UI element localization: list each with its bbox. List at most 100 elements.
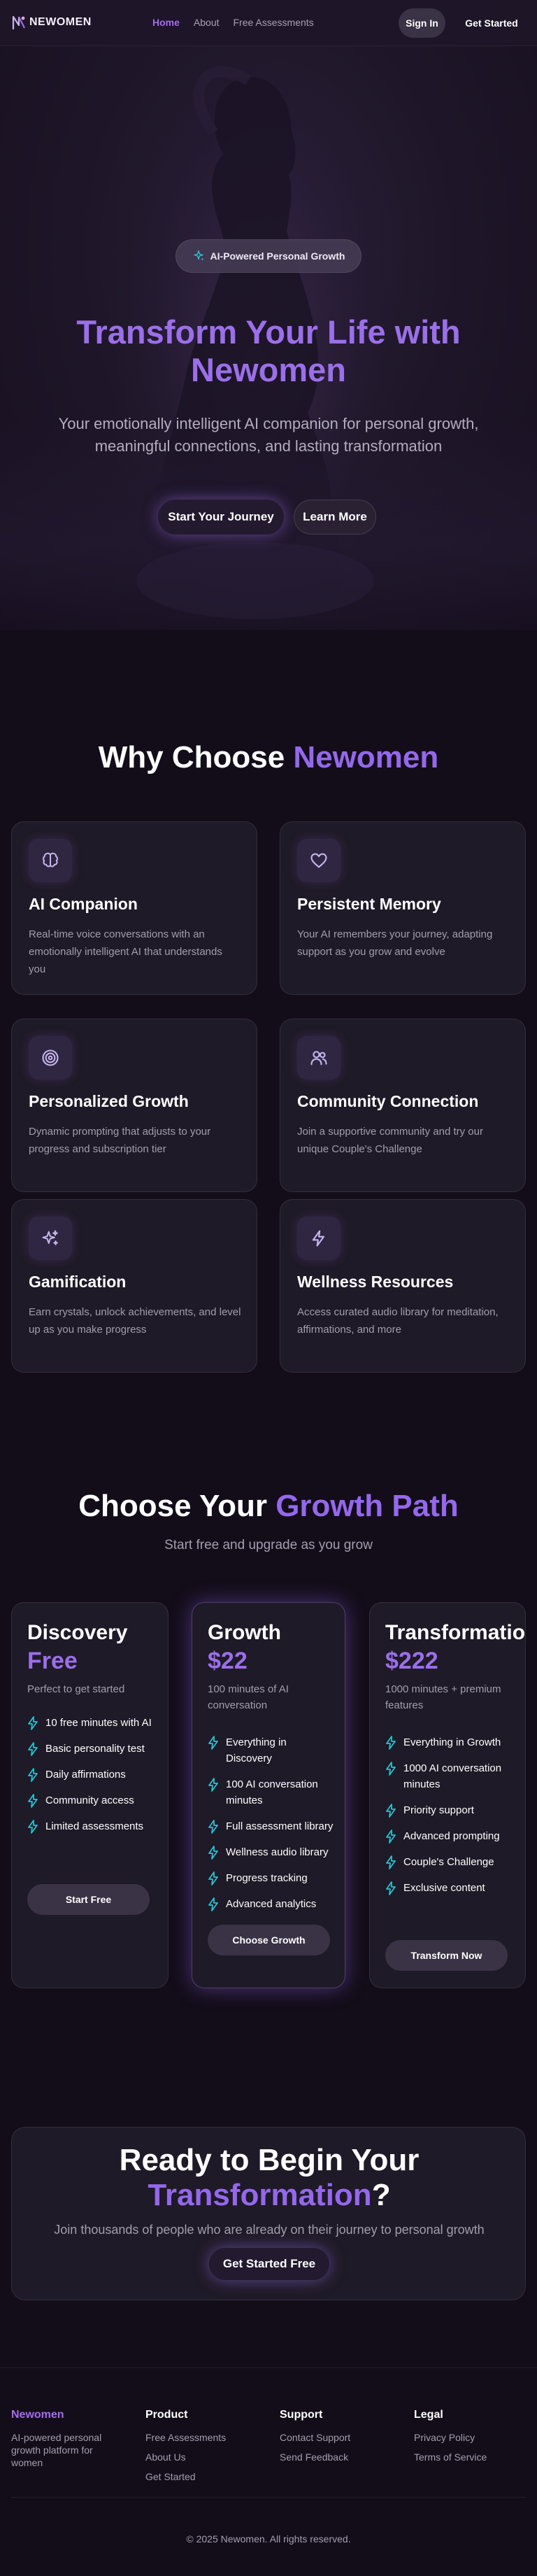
plan-price: $22 — [208, 1648, 248, 1674]
plan-name: Transformation — [385, 1621, 526, 1644]
plan-feature: Basic personality test — [27, 1741, 153, 1757]
plan-feature-list: 10 free minutes with AI Basic personalit… — [27, 1715, 153, 1834]
zap-icon — [386, 1736, 396, 1750]
footer-link-contact-support[interactable]: Contact Support — [280, 2431, 350, 2444]
feature-card-persistent-memory: Persistent Memory Your AI remembers your… — [280, 821, 526, 995]
feature-description: Your AI remembers your journey, adapting… — [297, 928, 493, 958]
choose-growth-button[interactable]: Choose Growth — [208, 1925, 330, 1955]
footer-link-get-started[interactable]: Get Started — [145, 2470, 226, 2483]
sparkles-icon — [193, 250, 204, 261]
feature-card-wellness-resources: Wellness Resources Access curated audio … — [280, 1199, 526, 1373]
cta-title-suffix: ? — [371, 2178, 391, 2212]
zap-icon — [28, 1716, 38, 1730]
sign-in-button[interactable]: Sign In — [399, 8, 445, 38]
plan-card-growth: Growth $22 100 minutes of AI conversatio… — [192, 1602, 345, 1988]
footer-legal-heading: Legal — [414, 2409, 443, 2421]
plan-feature: Exclusive content — [385, 1880, 511, 1896]
features-title-accent: Newomen — [293, 740, 439, 774]
start-free-button[interactable]: Start Free — [27, 1884, 150, 1915]
footer-brand-column: Newomen AI-powered personal growth platf… — [11, 2409, 123, 2476]
pricing-title: Choose Your Growth Path — [0, 1489, 537, 1524]
plan-description: 100 minutes of AI conversation — [208, 1683, 289, 1711]
zap-icon — [208, 1736, 218, 1750]
zap-icon — [208, 1846, 218, 1860]
get-started-free-button[interactable]: Get Started Free — [209, 2248, 329, 2280]
pricing-title-plain: Choose Your — [78, 1489, 276, 1523]
footer-link-privacy-policy[interactable]: Privacy Policy — [414, 2431, 487, 2444]
nav-link-home[interactable]: Home — [152, 17, 180, 28]
get-started-button[interactable]: Get Started — [453, 8, 530, 38]
hero-subtitle: Your emotionally intelligent AI companio… — [58, 415, 479, 455]
zap-icon — [28, 1820, 38, 1834]
feature-title: Gamification — [29, 1273, 127, 1291]
feature-card-community-connection: Community Connection Join a supportive c… — [280, 1019, 526, 1192]
heart-icon — [297, 839, 341, 882]
plan-price: $222 — [385, 1648, 438, 1674]
plan-feature: Progress tracking — [208, 1870, 334, 1886]
hero-badge-label: AI-Powered Personal Growth — [210, 250, 345, 262]
cta-title: Ready to Begin Your Transformation? — [12, 2143, 527, 2213]
logo-text: NEWOMEN — [29, 16, 92, 28]
zap-icon — [28, 1742, 38, 1756]
hero-title-line2: Newomen — [191, 351, 346, 388]
zap-icon — [208, 1897, 218, 1911]
logo-mark-icon — [12, 15, 25, 29]
footer-link-free-assessments[interactable]: Free Assessments — [145, 2431, 226, 2444]
footer-link-send-feedback[interactable]: Send Feedback — [280, 2451, 350, 2463]
plan-feature: Full assessment library — [208, 1818, 334, 1834]
nav-link-free-assessments[interactable]: Free Assessments — [234, 17, 314, 28]
top-navbar: NEWOMEN Home About Free Assessments Sign… — [0, 0, 537, 46]
hero-title-line1: Transform Your Life with — [76, 313, 461, 351]
footer-legal-column: Legal Privacy Policy Terms of Service — [414, 2409, 487, 2470]
plan-name: Growth — [208, 1621, 281, 1644]
feature-description: Real-time voice conversations with an em… — [29, 928, 222, 975]
plan-feature: Limited assessments — [27, 1818, 153, 1834]
target-icon — [29, 1036, 72, 1080]
brain-icon — [29, 839, 72, 882]
plan-feature-list: Everything in Growth 1000 AI conversatio… — [385, 1734, 511, 1896]
footer-product-heading: Product — [145, 2409, 188, 2421]
zap-icon — [386, 1830, 396, 1843]
plan-name: Discovery — [27, 1621, 128, 1644]
plan-description: Perfect to get started — [27, 1683, 125, 1695]
feature-card-personalized-growth: Personalized Growth Dynamic prompting th… — [11, 1019, 257, 1192]
zap-icon — [28, 1794, 38, 1808]
feature-description: Join a supportive community and try our … — [297, 1126, 483, 1155]
plan-feature: Everything in Growth — [385, 1734, 511, 1750]
footer-divider — [11, 2497, 526, 2498]
plan-feature-list: Everything in Discovery 100 AI conversat… — [208, 1734, 334, 1912]
learn-more-button[interactable]: Learn More — [294, 500, 376, 535]
footer-tagline: AI-powered personal growth platform for … — [11, 2432, 102, 2468]
hero-title: Transform Your Life with Newomen — [42, 313, 495, 389]
footer-brand[interactable]: Newomen — [11, 2409, 123, 2421]
zap-icon — [297, 1217, 341, 1260]
plan-feature: Daily affirmations — [27, 1767, 153, 1783]
feature-title: Wellness Resources — [297, 1273, 454, 1291]
zap-icon — [386, 1855, 396, 1869]
feature-title: Persistent Memory — [297, 895, 441, 913]
feature-description: Earn crystals, unlock achievements, and … — [29, 1306, 241, 1336]
cta-section: Ready to Begin Your Transformation? Join… — [11, 2127, 526, 2300]
sparkles-icon — [29, 1217, 72, 1260]
start-journey-button[interactable]: Start Your Journey — [158, 500, 284, 535]
footer-support-heading: Support — [280, 2409, 323, 2421]
copyright: © 2025 Newomen. All rights reserved. — [186, 2533, 351, 2545]
zap-icon — [386, 1881, 396, 1895]
transform-now-button[interactable]: Transform Now — [385, 1940, 508, 1971]
plan-feature: Community access — [27, 1792, 153, 1809]
plan-feature: Priority support — [385, 1802, 511, 1818]
plan-card-discovery: Discovery Free Perfect to get started 10… — [11, 1602, 169, 1988]
hero-section: AI-Powered Personal Growth Transform You… — [0, 0, 537, 630]
plan-feature: Couple's Challenge — [385, 1854, 511, 1870]
footer-link-about-us[interactable]: About Us — [145, 2451, 226, 2463]
zap-icon — [208, 1820, 218, 1834]
footer: Newomen AI-powered personal growth platf… — [0, 2368, 537, 2576]
feature-description: Access curated audio library for meditat… — [297, 1306, 499, 1336]
footer-link-terms-of-service[interactable]: Terms of Service — [414, 2451, 487, 2463]
feature-description: Dynamic prompting that adjusts to your p… — [29, 1126, 211, 1155]
nav-link-about[interactable]: About — [194, 17, 220, 28]
hero-badge: AI-Powered Personal Growth — [176, 239, 361, 273]
cta-title-line1: Ready to Begin Your — [119, 2143, 420, 2177]
zap-icon — [386, 1804, 396, 1818]
logo[interactable]: NEWOMEN — [11, 14, 92, 31]
